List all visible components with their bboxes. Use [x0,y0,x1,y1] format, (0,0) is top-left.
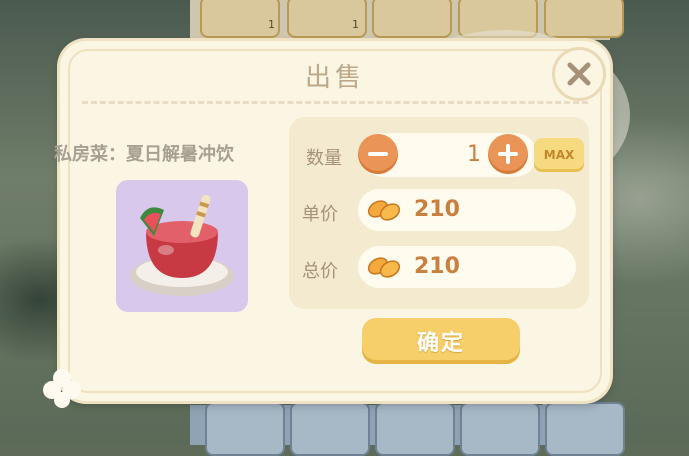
title-divider [82,101,588,104]
inventory-slot [544,0,624,38]
unit-price-field: 210 [358,189,576,231]
unit-price-value: 210 [414,197,460,222]
close-button[interactable] [552,47,606,101]
slot-count: 1 [268,18,275,31]
confirm-button[interactable]: 确定 [362,318,520,364]
coin-icon [367,257,401,278]
inventory-slot [290,402,370,456]
max-button[interactable]: MAX [534,138,584,172]
dialog-title: 出售 [304,63,365,93]
inventory-slot [372,0,452,38]
summer-drink-icon [130,194,234,296]
total-price-field: 210 [358,246,576,288]
total-price-label: 总价 [302,261,338,282]
coin-icon [367,200,401,221]
inventory-slot [375,402,455,456]
inventory-slot [205,402,285,456]
decrease-button[interactable] [358,134,398,174]
inventory-slot [460,402,540,456]
plus-icon [498,144,518,164]
item-image [116,180,248,312]
minus-icon [368,152,388,156]
unit-price-label: 单价 [302,204,338,225]
inventory-slot [545,402,625,456]
item-name: 私房菜：夏日解暑冲饮 [54,144,234,165]
quantity-label: 数量 [306,148,342,169]
sell-dialog: 出售 私房菜：夏日解暑冲饮 数量 1 MAX 单价 210 总价 210 确定 [43,41,610,408]
clover-decoration-icon [43,369,81,408]
slot-count: 1 [352,18,359,31]
close-icon [567,62,591,86]
increase-button[interactable] [488,134,528,174]
total-price-value: 210 [414,254,460,279]
